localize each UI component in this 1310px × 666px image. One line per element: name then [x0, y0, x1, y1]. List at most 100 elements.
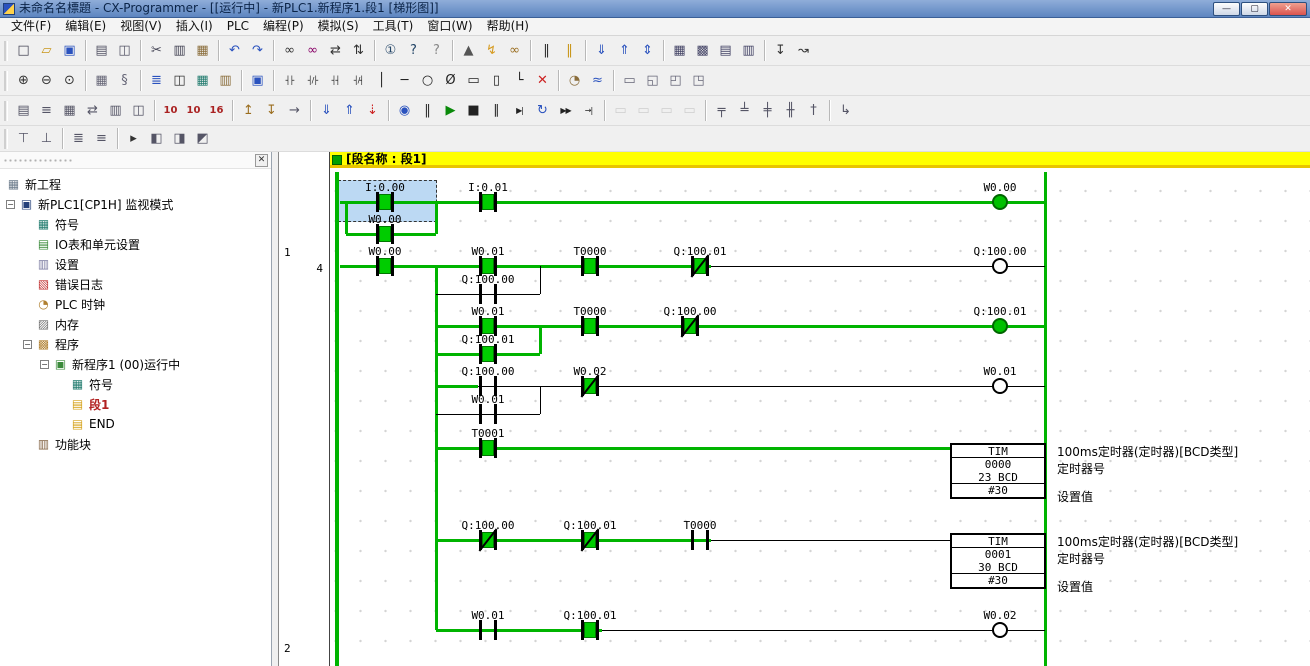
- new-contact-nc-icon[interactable]: ┤/├: [301, 69, 324, 92]
- scan-run-icon[interactable]: ▶▶: [554, 99, 577, 122]
- find-icon[interactable]: ∞: [278, 39, 301, 62]
- contact-T0000[interactable]: [579, 256, 601, 276]
- jump-back-icon[interactable]: ↳: [834, 99, 857, 122]
- delete-row-icon[interactable]: ⊥: [35, 127, 58, 150]
- tree-item-function-blocks[interactable]: ▥功能块: [0, 434, 271, 454]
- monitor-mode-icon[interactable]: ▩: [691, 39, 714, 62]
- debug-tool-3-icon[interactable]: ▭: [655, 99, 678, 122]
- transfer-to-plc-icon[interactable]: ⇓: [315, 99, 338, 122]
- contact-T0001[interactable]: [477, 438, 499, 458]
- view-cross-reference-icon[interactable]: ⇄: [81, 99, 104, 122]
- coil-W0.02[interactable]: [992, 622, 1008, 638]
- select-tool-icon[interactable]: ▸: [122, 127, 145, 150]
- continuous-step-run-icon[interactable]: ↻: [531, 99, 554, 122]
- menu-item-1[interactable]: 文件(F): [4, 18, 58, 35]
- previous-reference-icon[interactable]: ↥: [237, 99, 260, 122]
- contact-Q:100.00[interactable]: [679, 316, 701, 336]
- online-work-icon[interactable]: ↯: [480, 39, 503, 62]
- new-or-contact-icon[interactable]: ┤┤: [324, 69, 347, 92]
- zoom-level-16-icon[interactable]: 16: [205, 99, 228, 122]
- force-off-icon[interactable]: ╧: [733, 99, 756, 122]
- view-section-icon[interactable]: ◫: [127, 99, 150, 122]
- menu-item-4[interactable]: 插入(I): [169, 18, 220, 35]
- watch-list-icon[interactable]: ≡: [90, 127, 113, 150]
- tree-item-program-1[interactable]: −▣新程序1 (00)运行中: [0, 354, 271, 374]
- tree-item-memory[interactable]: ▨内存: [0, 314, 271, 334]
- contact-Q:100.00[interactable]: [477, 284, 499, 304]
- run-mode-icon[interactable]: ▥: [737, 39, 760, 62]
- zoom-level-10-icon[interactable]: 10: [159, 99, 182, 122]
- copy-icon[interactable]: ▥: [168, 39, 191, 62]
- split-view-icon[interactable]: ◫: [168, 69, 191, 92]
- tree-item-section-end[interactable]: ▤END: [0, 414, 271, 434]
- save-icon[interactable]: ▣: [58, 39, 81, 62]
- contact-Q:100.01[interactable]: [689, 256, 711, 276]
- pause-trigger-icon[interactable]: ‖: [558, 39, 581, 62]
- contact-T0000[interactable]: [689, 530, 711, 550]
- cross-reference-icon[interactable]: ⇅: [347, 39, 370, 62]
- ladder-editor[interactable]: [段名称 : 段1] I:0.00W0.00I:0.01W0.00W0.01T0…: [330, 152, 1310, 666]
- address-reference-tool-icon[interactable]: ▥: [214, 69, 237, 92]
- new-contact-icon[interactable]: ┤├: [278, 69, 301, 92]
- find-online-icon[interactable]: ∞: [503, 39, 526, 62]
- tree-item-program-folder[interactable]: −▩程序: [0, 334, 271, 354]
- tree-item-section-1[interactable]: ▤段1: [0, 394, 271, 414]
- ladder-canvas[interactable]: I:0.00W0.00I:0.01W0.00W0.01T0000Q:100.01…: [330, 152, 1310, 666]
- open-file-icon[interactable]: ▱: [35, 39, 58, 62]
- menu-item-3[interactable]: 视图(V): [113, 18, 169, 35]
- contact-W0.01[interactable]: [477, 404, 499, 424]
- redo-icon[interactable]: ↷: [246, 39, 269, 62]
- tree-item-plc-node[interactable]: −▣新PLC1[CP1H] 监视模式: [0, 194, 271, 214]
- toolbar-grip[interactable]: [4, 71, 8, 91]
- grid-toggle-icon[interactable]: ▦: [90, 69, 113, 92]
- panel-close-button[interactable]: ✕: [255, 154, 268, 167]
- data-trace-icon[interactable]: ≈: [586, 69, 609, 92]
- online-edit-cancel-icon[interactable]: ◨: [168, 127, 191, 150]
- pause-monitoring-icon[interactable]: ‖: [416, 99, 439, 122]
- step-run-icon[interactable]: ▶|: [508, 99, 531, 122]
- menu-item-10[interactable]: 帮助(H): [480, 18, 536, 35]
- connect-line-icon[interactable]: └: [508, 69, 531, 92]
- zoom-in-icon[interactable]: ⊕: [12, 69, 35, 92]
- window-cascade-icon[interactable]: ◱: [641, 69, 664, 92]
- go-to-rung-icon[interactable]: →: [283, 99, 306, 122]
- paste-icon[interactable]: ▦: [191, 39, 214, 62]
- zoom-fit-icon[interactable]: ⊙: [58, 69, 81, 92]
- contact-W0.01[interactable]: [477, 620, 499, 640]
- stop-icon[interactable]: ■: [462, 99, 485, 122]
- new-coil-icon[interactable]: ○: [416, 69, 439, 92]
- coil-W0.01[interactable]: [992, 378, 1008, 394]
- tree-item-program-symbols[interactable]: ▦符号: [0, 374, 271, 394]
- print-icon[interactable]: ▤: [90, 39, 113, 62]
- undo-icon[interactable]: ↶: [223, 39, 246, 62]
- tree-expander-icon[interactable]: −: [23, 340, 32, 349]
- download-to-plc-icon[interactable]: ⇓: [590, 39, 613, 62]
- new-instruction-icon[interactable]: ▭: [462, 69, 485, 92]
- tree-expander-icon[interactable]: −: [40, 360, 49, 369]
- coil-W0.00[interactable]: [992, 194, 1008, 210]
- run-icon[interactable]: ▶: [439, 99, 462, 122]
- show-rung-annotation-icon[interactable]: ▭: [618, 69, 641, 92]
- close-button[interactable]: ✕: [1269, 2, 1307, 16]
- horizontal-line-icon[interactable]: ─: [393, 69, 416, 92]
- insert-row-icon[interactable]: ⊤: [12, 127, 35, 150]
- new-file-icon[interactable]: □: [12, 39, 35, 62]
- tree-item-io-table[interactable]: ▤IO表和单元设置: [0, 234, 271, 254]
- contact-Q:100.00[interactable]: [477, 530, 499, 550]
- window-tile-v-icon[interactable]: ◳: [687, 69, 710, 92]
- minimize-button[interactable]: —: [1213, 2, 1240, 16]
- menu-item-7[interactable]: 模拟(S): [311, 18, 366, 35]
- maximize-button[interactable]: ▢: [1241, 2, 1268, 16]
- monitor-icon[interactable]: ◉: [393, 99, 416, 122]
- help-icon[interactable]: ?: [402, 39, 425, 62]
- tree-item-plc-clock[interactable]: ◔PLC 时钟: [0, 294, 271, 314]
- zoom-out-icon[interactable]: ⊖: [35, 69, 58, 92]
- symbol-table-icon[interactable]: ▦: [191, 69, 214, 92]
- tree-item-project-root[interactable]: ▦新工程: [0, 174, 271, 194]
- step-to-end-icon[interactable]: →|: [577, 99, 600, 122]
- menu-item-5[interactable]: PLC: [220, 18, 256, 35]
- partial-transfer-icon[interactable]: ⇣: [361, 99, 384, 122]
- tim-instruction-block[interactable]: TIM000130 BCD#30: [950, 533, 1046, 589]
- debug-tool-1-icon[interactable]: ▭: [609, 99, 632, 122]
- contact-W0.00[interactable]: [374, 224, 396, 244]
